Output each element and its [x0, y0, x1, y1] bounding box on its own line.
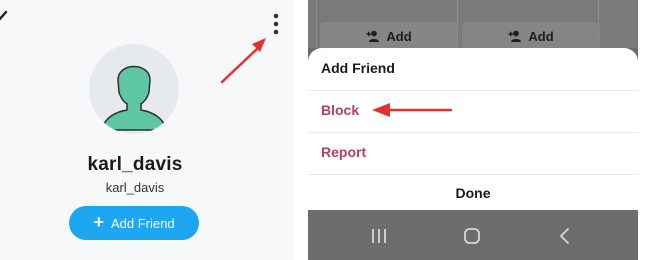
background-add-label: Add: [386, 28, 412, 44]
background-add-button: Add: [462, 22, 600, 50]
add-person-icon: [366, 30, 380, 42]
add-person-icon: [508, 30, 522, 42]
more-vertical-icon[interactable]: [272, 12, 280, 36]
divider: [598, 0, 599, 48]
divider: [308, 132, 638, 133]
phone-screen: Add Add Add Friend Block Report Done: [308, 0, 638, 260]
action-sheet: Add Friend Block Report Done: [308, 48, 638, 210]
username: karl_davis: [105, 180, 165, 195]
add-friend-button[interactable]: + Add Friend: [69, 206, 199, 240]
plus-icon: +: [93, 212, 104, 232]
divider: [457, 0, 458, 48]
android-nav-bar: [308, 210, 638, 260]
recent-apps-icon[interactable]: [369, 226, 389, 246]
avatar-silhouette-icon: [89, 44, 179, 134]
background-add-button: Add: [320, 22, 458, 50]
avatar: [89, 44, 179, 134]
divider: [308, 174, 638, 175]
background-add-label: Add: [528, 28, 554, 44]
back-icon[interactable]: [555, 226, 575, 246]
menu-item-report[interactable]: Report: [321, 144, 366, 160]
done-button[interactable]: Done: [308, 176, 638, 210]
menu-item-block[interactable]: Block: [321, 102, 359, 118]
home-icon[interactable]: [462, 226, 482, 246]
display-name: karl_davis: [87, 154, 183, 175]
menu-item-add-friend[interactable]: Add Friend: [321, 60, 395, 76]
add-friend-label: Add Friend: [110, 215, 175, 231]
divider: [308, 90, 638, 91]
divider: [316, 0, 317, 48]
chevron-left-icon[interactable]: [0, 10, 12, 30]
profile-panel: karl_davis karl_davis + Add Friend: [0, 0, 294, 260]
